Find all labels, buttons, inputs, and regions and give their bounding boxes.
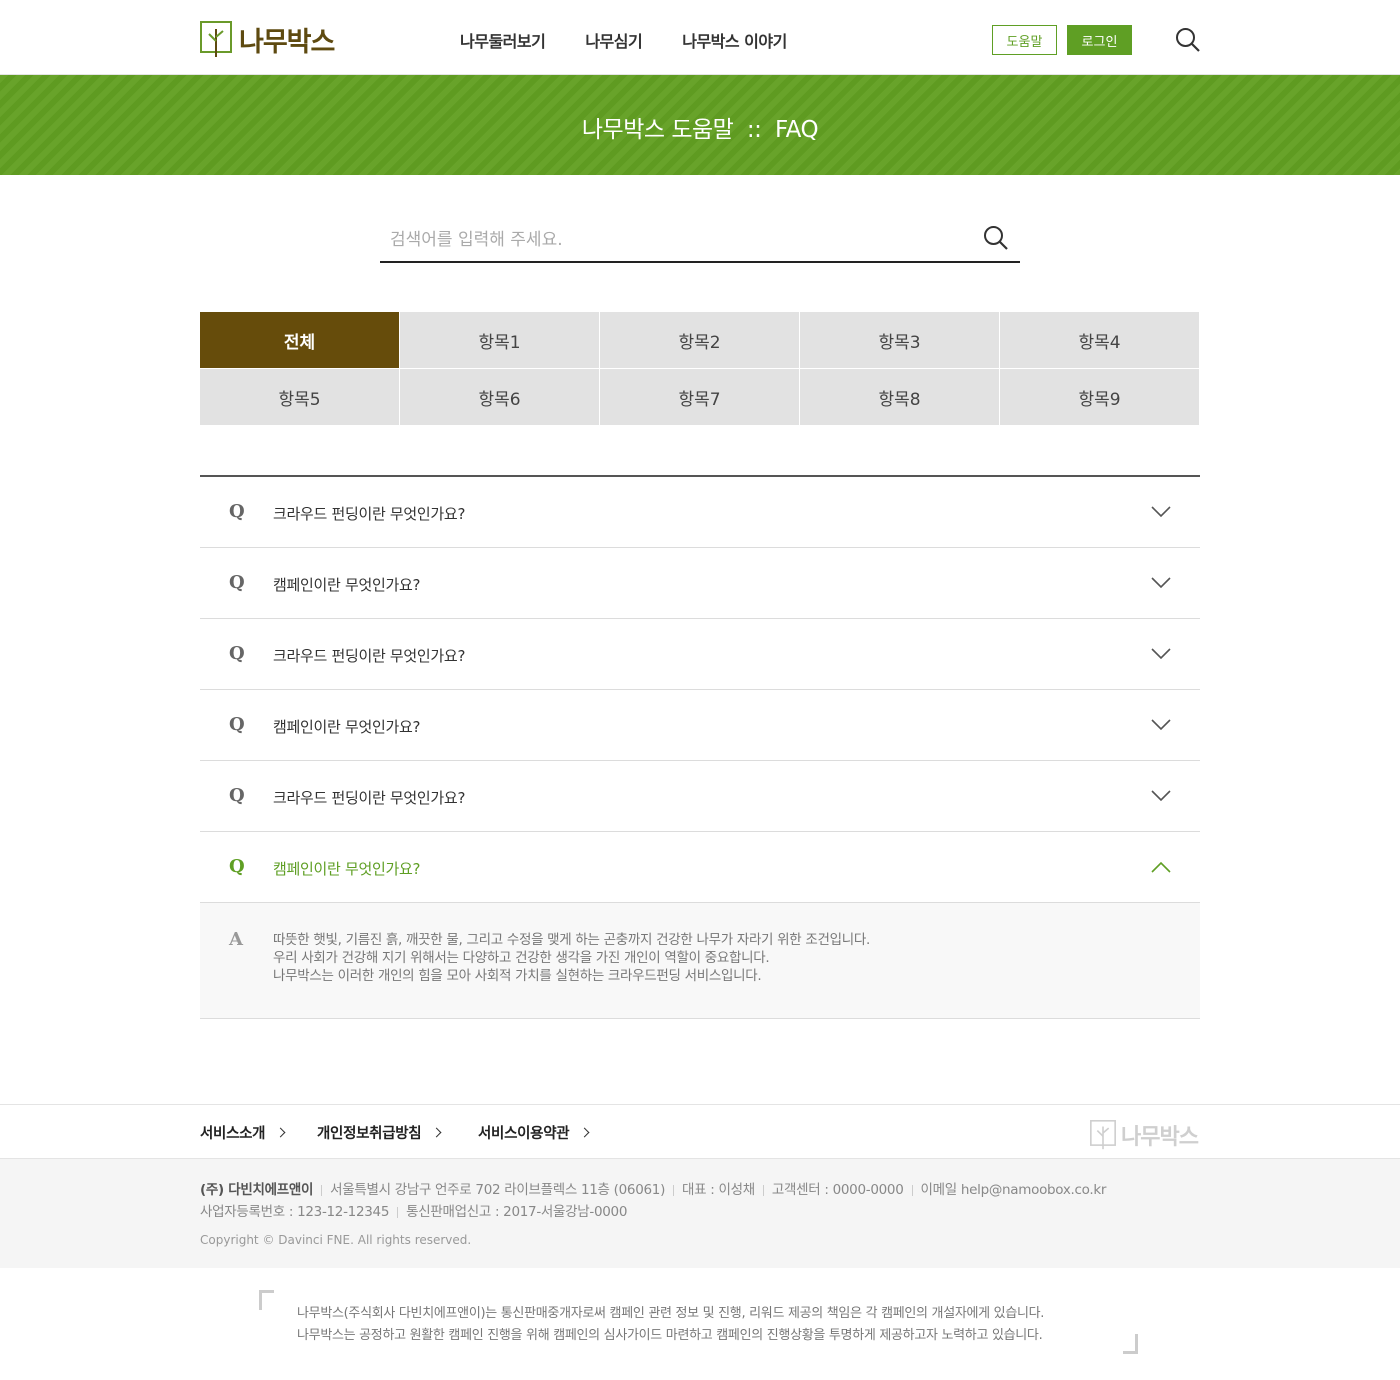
divider [911, 1184, 913, 1196]
company-info-row: (주) 다빈치에프앤이 서울특별시 강남구 언주로 702 라이브플렉스 11층 … [200, 1178, 1106, 1198]
footer-link-label: 개인정보취급방침 [317, 1126, 422, 1142]
tab-item4[interactable]: 항목4 [1000, 312, 1200, 369]
faq-list: Q 크라우드 펀딩이란 무엇인가요? Q 캠페인이란 무엇인가요? Q 크라우드… [200, 475, 1200, 1019]
footer-link-label: 서비스소개 [200, 1126, 266, 1142]
tab-item6[interactable]: 항목6 [400, 369, 600, 426]
chevron-down-icon[interactable] [1150, 647, 1172, 661]
chevron-right-icon [275, 1127, 286, 1138]
page-banner: 나무박스 도움말 :: FAQ [0, 75, 1400, 175]
answer-line: 따뜻한 햇빛, 기름진 흙, 깨끗한 물, 그리고 수정을 맺게 하는 곤충까지… [273, 932, 870, 948]
answer-line: 나무박스는 이러한 개인의 힘을 모아 사회적 가치를 실현하는 크라우드펀딩 … [273, 968, 762, 984]
notice-line: 나무박스는 공정하고 원활한 캠페인 진행을 위해 캠페인의 심사가이드 마련하… [297, 1328, 1043, 1343]
faq-item[interactable]: Q 캠페인이란 무엇인가요? [200, 690, 1200, 761]
q-marker: Q [229, 785, 245, 806]
footer-link-label: 서비스이용약관 [478, 1126, 570, 1142]
email: 이메일 help@namoobox.co.kr [920, 1182, 1107, 1198]
faq-question: 크라우드 펀딩이란 무엇인가요? [273, 505, 466, 523]
tab-item3[interactable]: 항목3 [800, 312, 1000, 369]
search-icon[interactable] [1174, 26, 1202, 54]
faq-answer: A 따뜻한 햇빛, 기름진 흙, 깨끗한 물, 그리고 수정을 맺게 하는 곤충… [200, 903, 1200, 1019]
q-marker: Q [229, 714, 245, 735]
footer-logo-text: 나무박스 [1121, 1125, 1199, 1150]
chevron-up-icon[interactable] [1150, 860, 1172, 874]
faq-search [380, 220, 1020, 263]
search-icon[interactable] [982, 224, 1010, 252]
faq-item[interactable]: Q 크라우드 펀딩이란 무엇인가요? [200, 619, 1200, 690]
logo-text: 나무박스 [239, 26, 335, 58]
address: 서울특별시 강남구 언주로 702 라이브플렉스 11층 (06061) [330, 1182, 666, 1198]
footer-logo: 나무박스 [1090, 1119, 1199, 1151]
nav-story[interactable]: 나무박스 이야기 [682, 28, 787, 52]
chevron-right-icon [579, 1127, 590, 1138]
tab-item2[interactable]: 항목2 [600, 312, 800, 369]
a-marker: A [229, 929, 243, 950]
q-marker: Q [229, 572, 245, 593]
copyright: Copyright © Davinci FNE. All rights rese… [200, 1233, 472, 1247]
faq-item[interactable]: Q 크라우드 펀딩이란 무엇인가요? [200, 477, 1200, 548]
tab-all[interactable]: 전체 [200, 312, 400, 369]
tab-item1[interactable]: 항목1 [400, 312, 600, 369]
chevron-down-icon[interactable] [1150, 505, 1172, 519]
faq-question: 캠페인이란 무엇인가요? [273, 718, 421, 736]
footer-link-about[interactable]: 서비스소개 [200, 1122, 286, 1143]
customer-center: 고객센터 : 0000-0000 [771, 1182, 904, 1198]
answer-text: 따뜻한 햇빛, 기름진 흙, 깨끗한 물, 그리고 수정을 맺게 하는 곤충까지… [273, 931, 870, 985]
tree-logo-icon [1090, 1120, 1116, 1150]
faq-question: 크라우드 펀딩이란 무엇인가요? [273, 789, 466, 807]
tab-item7[interactable]: 항목7 [600, 369, 800, 426]
registration-row: 사업자등록번호 : 123-12-12345 통신판매업신고 : 2017-서울강… [200, 1200, 627, 1220]
answer-line: 우리 사회가 건강해 지기 위해서는 다양하고 건강한 생각을 가진 개인이 역… [273, 950, 770, 966]
business-number: 사업자등록번호 : 123-12-12345 [200, 1204, 390, 1220]
nav-browse[interactable]: 나무둘러보기 [460, 28, 546, 52]
q-marker: Q [229, 501, 245, 522]
chevron-down-icon[interactable] [1150, 718, 1172, 732]
chevron-down-icon[interactable] [1150, 789, 1172, 803]
open-quote-icon [259, 1290, 274, 1310]
help-button[interactable]: 도움말 [992, 25, 1057, 55]
page-title: 나무박스 도움말 :: FAQ [581, 117, 819, 143]
login-button[interactable]: 로그인 [1067, 25, 1132, 55]
notice-line: 나무박스(주식회사 다빈치에프앤이)는 통신판매중개자로써 캠페인 관련 정보 … [297, 1306, 1045, 1321]
divider [321, 1184, 323, 1196]
logo[interactable]: 나무박스 [200, 20, 335, 58]
tab-item8[interactable]: 항목8 [800, 369, 1000, 426]
site-header: 나무박스 나무둘러보기 나무심기 나무박스 이야기 도움말 로그인 [0, 0, 1400, 75]
faq-item-open[interactable]: Q 캠페인이란 무엇인가요? [200, 832, 1200, 903]
category-tabs: 전체 항목1 항목2 항목3 항목4 항목5 항목6 항목7 항목8 항목9 [200, 312, 1200, 426]
ecommerce-number: 통신판매업신고 : 2017-서울강남-0000 [406, 1204, 628, 1220]
chevron-right-icon [431, 1127, 442, 1138]
divider [397, 1206, 399, 1218]
footer-links: 서비스소개 개인정보취급방침 서비스이용약관 나무박스 [0, 1104, 1400, 1159]
footer-notice: 나무박스(주식회사 다빈치에프앤이)는 통신판매중개자로써 캠페인 관련 정보 … [0, 1268, 1400, 1380]
chevron-down-icon[interactable] [1150, 576, 1172, 590]
footer-info: (주) 다빈치에프앤이 서울특별시 강남구 언주로 702 라이브플렉스 11층 … [0, 1159, 1400, 1268]
nav-plant[interactable]: 나무심기 [585, 28, 642, 52]
close-quote-icon [1123, 1334, 1138, 1354]
q-marker: Q [229, 856, 245, 877]
footer-link-privacy[interactable]: 개인정보취급방침 [317, 1122, 442, 1143]
q-marker: Q [229, 643, 245, 664]
faq-question: 캠페인이란 무엇인가요? [273, 860, 421, 878]
divider [762, 1184, 764, 1196]
tab-item9[interactable]: 항목9 [1000, 369, 1200, 426]
tab-item5[interactable]: 항목5 [200, 369, 400, 426]
faq-item[interactable]: Q 크라우드 펀딩이란 무엇인가요? [200, 761, 1200, 832]
main-nav: 나무둘러보기 나무심기 나무박스 이야기 [460, 28, 827, 52]
faq-item[interactable]: Q 캠페인이란 무엇인가요? [200, 548, 1200, 619]
search-input[interactable] [390, 226, 970, 254]
divider [673, 1184, 675, 1196]
faq-question: 크라우드 펀딩이란 무엇인가요? [273, 647, 466, 665]
company-name: (주) 다빈치에프앤이 [200, 1182, 314, 1198]
ceo: 대표 : 이성채 [682, 1182, 755, 1198]
footer-link-terms[interactable]: 서비스이용약관 [478, 1122, 590, 1143]
tree-logo-icon [200, 20, 232, 57]
faq-question: 캠페인이란 무엇인가요? [273, 576, 421, 594]
